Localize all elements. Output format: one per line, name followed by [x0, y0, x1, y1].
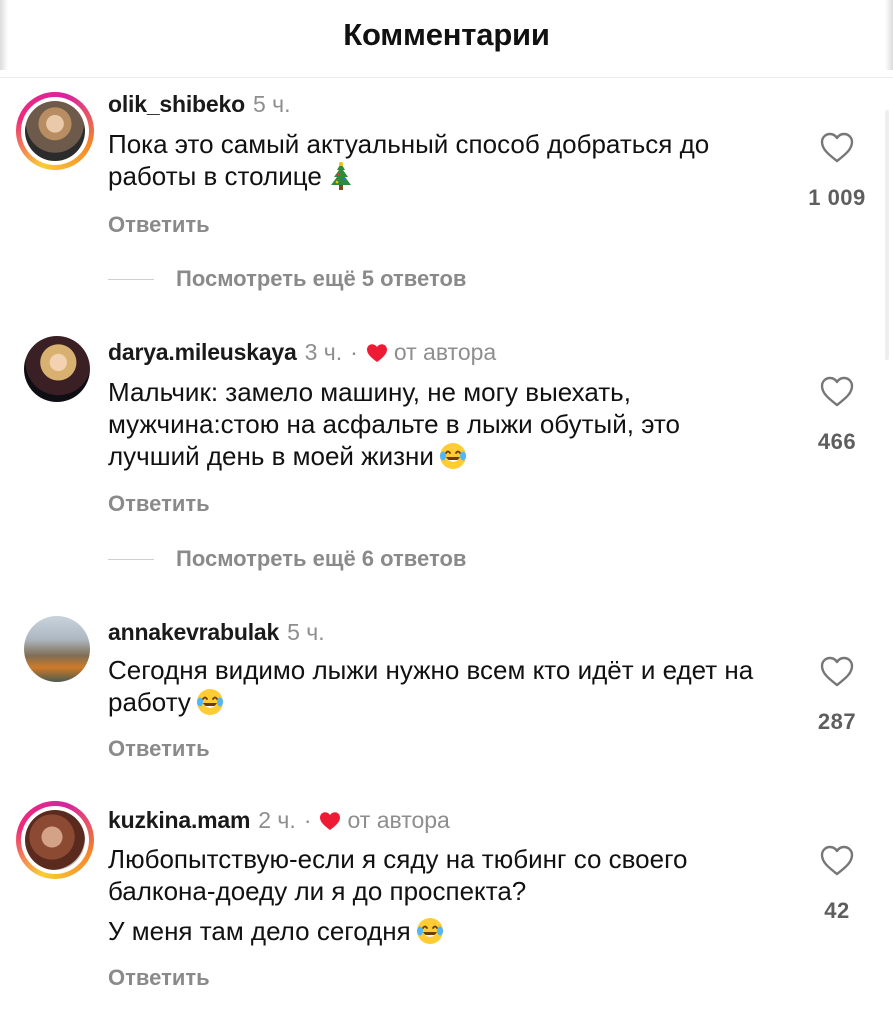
view-more-replies[interactable]: Посмотреть ещё 6 ответов [108, 546, 466, 572]
like-count: 466 [817, 429, 857, 454]
view-more-replies[interactable]: Посмотреть ещё 5 ответов [108, 266, 466, 292]
comment-text: Мальчик: замело машину, не могу выехать,… [108, 376, 778, 472]
comment-meta: kuzkina.mam 2 ч. · от автора [108, 807, 450, 834]
view-more-replies-label[interactable]: Посмотреть ещё 5 ответов [176, 266, 466, 292]
comment-text-line: Любопытствую-если я сяду на тюбинг со св… [108, 844, 688, 906]
comment-meta: olik_shibeko 5 ч. [108, 91, 291, 118]
heart-outline-icon[interactable] [820, 845, 854, 876]
comment-item: darya.mileuskaya 3 ч. · от автора Мальчи… [0, 336, 893, 576]
tears-of-joy-emoji [439, 443, 466, 469]
heart-filled-icon [366, 343, 387, 362]
username[interactable]: olik_shibeko [108, 91, 245, 118]
meta-separator: · [350, 339, 358, 365]
sheet-header: Комментарии [0, 0, 893, 78]
reply-button[interactable]: Ответить [108, 212, 210, 238]
reply-button[interactable]: Ответить [108, 491, 210, 517]
comment-item: annakevrabulak 5 ч. Сегодня видимо лыжи … [0, 616, 893, 776]
like-count: 1 009 [808, 185, 866, 210]
heart-filled-icon [320, 811, 341, 830]
replies-divider [108, 558, 154, 560]
comment-text: Любопытствую-если я сяду на тюбинг со св… [108, 843, 778, 947]
comments-sheet: Комментарии olik_shibeko 5 ч. Пока это с… [0, 0, 893, 1024]
avatar-story-ring[interactable] [16, 92, 94, 170]
comment-item: kuzkina.mam 2 ч. · от автора Любопытству… [0, 801, 893, 1015]
username[interactable]: darya.mileuskaya [108, 339, 297, 366]
reply-button[interactable]: Ответить [108, 736, 210, 762]
like-count: 42 [824, 898, 850, 923]
avatar-wrapper[interactable] [24, 336, 90, 402]
username[interactable]: annakevrabulak [108, 619, 279, 646]
page-title: Комментарии [343, 16, 550, 52]
heart-outline-icon[interactable] [820, 132, 854, 163]
timestamp: 3 ч. [304, 339, 343, 365]
comment-text-line: У меня там дело сегодня [108, 916, 411, 946]
avatar [25, 101, 85, 161]
author-liked-label: от автора [347, 807, 450, 833]
avatar-story-ring[interactable] [16, 801, 94, 879]
timestamp: 5 ч. [252, 91, 291, 117]
author-liked-badge: от автора [366, 339, 496, 366]
comment-text: Сегодня видимо лыжи нужно всем кто идёт … [108, 654, 778, 718]
comment-meta: darya.mileuskaya 3 ч. · от автора [108, 339, 496, 366]
comment-item: olik_shibeko 5 ч. Пока это самый актуаль… [0, 88, 893, 298]
avatar-wrapper[interactable] [24, 616, 90, 682]
tears-of-joy-emoji [196, 689, 223, 715]
reply-button[interactable]: Ответить [108, 965, 210, 991]
comment-text-line: Пока это самый актуальный способ добрать… [108, 129, 710, 191]
tears-of-joy-emoji [416, 918, 443, 944]
timestamp: 5 ч. [287, 619, 325, 645]
like-column: 42 [800, 845, 874, 924]
comment-text: Пока это самый актуальный способ добрать… [108, 128, 778, 192]
username[interactable]: kuzkina.mam [108, 807, 250, 834]
like-column: 287 [800, 656, 874, 735]
avatar [24, 616, 90, 682]
comment-text-line: Мальчик: замело машину, не могу выехать,… [108, 377, 680, 471]
author-liked-label: от автора [393, 339, 497, 365]
like-count: 287 [817, 709, 857, 734]
meta-separator: · [303, 807, 312, 833]
comment-meta: annakevrabulak 5 ч. [108, 619, 325, 646]
like-column: 1 009 [800, 132, 874, 211]
avatar [25, 810, 85, 870]
like-column: 466 [800, 376, 874, 455]
author-liked-badge: от автора [319, 807, 450, 834]
christmas-tree-emoji [330, 162, 351, 190]
avatar [24, 336, 90, 402]
timestamp: 2 ч. [258, 807, 296, 833]
view-more-replies-label[interactable]: Посмотреть ещё 6 ответов [176, 546, 466, 572]
heart-outline-icon[interactable] [820, 376, 854, 407]
replies-divider [108, 278, 154, 280]
heart-outline-icon[interactable] [820, 656, 854, 687]
